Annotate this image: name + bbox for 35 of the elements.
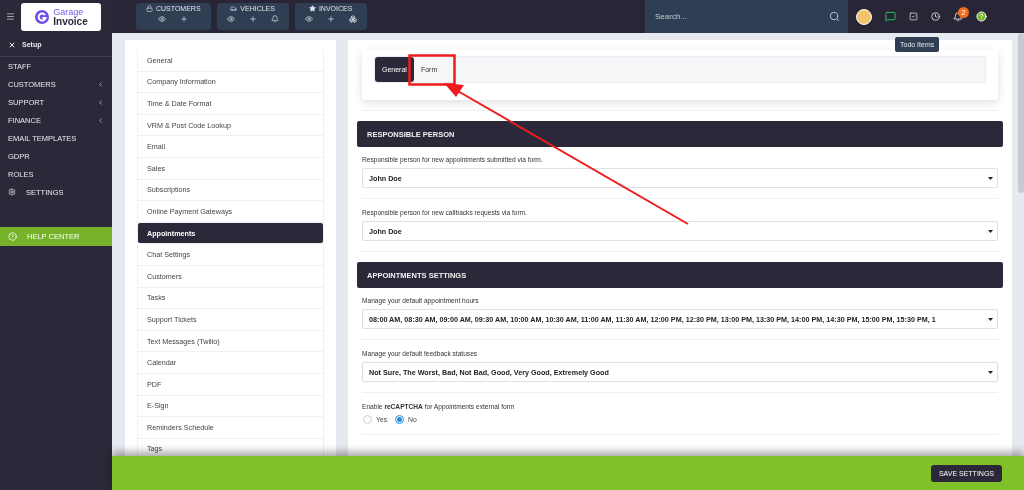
bell-icon[interactable] [953, 11, 963, 22]
scrollbar[interactable] [1018, 33, 1024, 193]
notification-badge: 2 [958, 6, 969, 18]
eye-icon[interactable] [226, 15, 235, 23]
highlight-frame [408, 54, 456, 86]
logo-mark-icon [34, 8, 51, 25]
caret-icon [988, 229, 993, 233]
caret-icon [988, 370, 993, 374]
eye-icon[interactable] [158, 15, 167, 23]
chat-icon[interactable] [885, 11, 896, 22]
help-icon[interactable] [976, 11, 987, 22]
chevron-icon [97, 98, 104, 106]
eye-icon[interactable] [304, 15, 313, 23]
bell-icon[interactable] [270, 15, 279, 23]
caret-icon [988, 176, 993, 180]
help-icon [8, 232, 17, 241]
clock-icon[interactable] [931, 12, 940, 21]
lock-icon [146, 5, 153, 12]
search-field[interactable]: Search... [653, 11, 803, 22]
settings-icon [8, 188, 16, 196]
logo[interactable]: Garage Invoice [21, 2, 101, 31]
search-icon[interactable] [829, 11, 840, 22]
menu-icon[interactable] [6, 12, 15, 21]
avatar[interactable] [856, 8, 872, 25]
boxes-icon[interactable] [348, 15, 357, 23]
checkbox-icon[interactable] [909, 12, 918, 21]
caret-icon [988, 317, 993, 321]
plus-icon[interactable] [248, 15, 257, 23]
close-icon[interactable] [8, 40, 16, 49]
car-icon [230, 5, 238, 12]
plus-icon[interactable] [326, 15, 335, 23]
star-icon [308, 5, 316, 12]
chevron-icon [97, 80, 104, 88]
plus-icon[interactable] [180, 15, 189, 23]
chevron-icon [97, 116, 104, 124]
